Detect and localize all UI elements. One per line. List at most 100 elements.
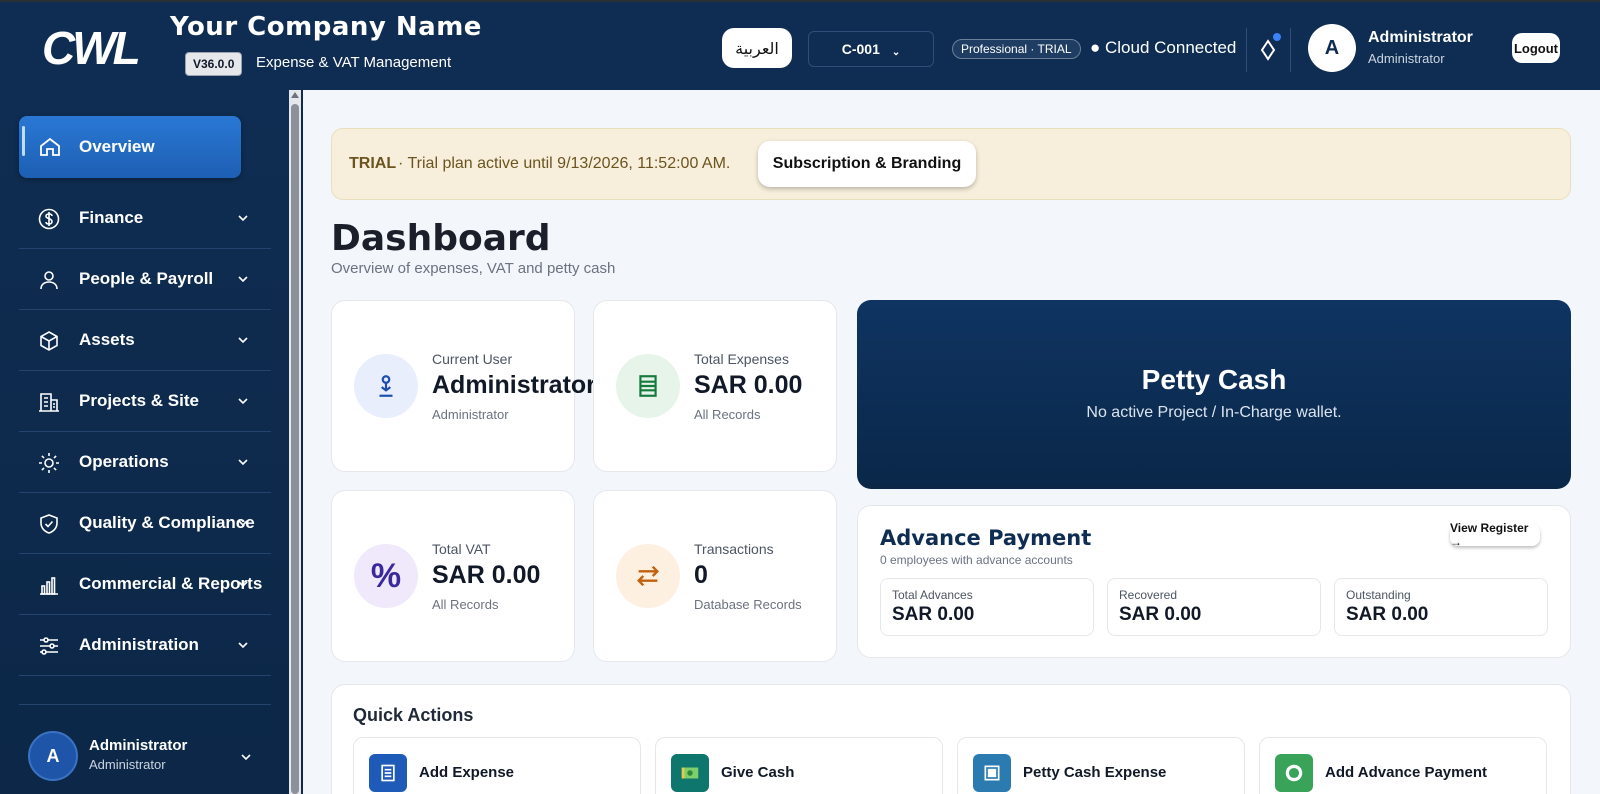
person-icon — [40, 271, 58, 290]
sidebar-item-quality-compliance[interactable]: Quality & Compliance — [19, 493, 271, 554]
advance-payment-title: Advance Payment — [880, 526, 1092, 550]
stat-label: Total VAT — [432, 541, 491, 557]
scroll-up-arrow-icon[interactable] — [291, 92, 299, 98]
diamond-icon[interactable] — [1258, 38, 1278, 62]
chevron-down-icon — [238, 398, 248, 405]
shield-check-icon — [40, 514, 58, 534]
stat-label: Current User — [432, 351, 513, 367]
chevron-down-icon: ⌄ — [891, 46, 901, 58]
bar-chart-icon — [40, 577, 58, 595]
stat-card-total-expenses: Total Expenses SAR 0.00 All Records — [593, 300, 837, 472]
advance-outstanding-box: Outstanding SAR 0.00 — [1334, 578, 1548, 636]
subscription-branding-button[interactable]: Subscription & Branding — [758, 141, 976, 187]
header-divider — [1246, 28, 1247, 72]
trial-tag: TRIAL — [349, 155, 397, 172]
percent-icon: % — [354, 544, 418, 608]
header-divider — [1290, 28, 1291, 72]
sidebar-user-role: Administrator — [89, 757, 166, 772]
avatar: A — [28, 731, 78, 781]
chevron-down-icon — [241, 754, 251, 761]
logout-button[interactable]: Logout — [1512, 33, 1560, 63]
sidebar-scrollbar[interactable] — [289, 90, 301, 794]
sliders-icon — [40, 637, 58, 655]
sidebar-item-label: Overview — [79, 137, 155, 156]
chevron-down-icon — [238, 215, 248, 222]
sidebar-item-label: Administration — [79, 635, 199, 654]
active-indicator — [22, 126, 25, 156]
app-tagline: Expense & VAT Management — [256, 54, 452, 71]
stat-sub: All Records — [694, 407, 761, 422]
plan-badge: Professional · TRIAL — [952, 39, 1081, 59]
company-logo[interactable]: CWL — [42, 24, 166, 70]
stat-label: Total Expenses — [694, 351, 789, 367]
stat-value: Administrator — [432, 371, 596, 399]
app-header: CWL Your Company Name V36.0.0 Expense & … — [0, 0, 1600, 90]
view-register-button[interactable]: View Register → — [1450, 521, 1540, 549]
company-name: Your Company Name — [170, 12, 482, 42]
logo-text: CWL — [42, 24, 139, 70]
advance-total-box: Total Advances SAR 0.00 — [880, 578, 1094, 636]
quick-action-label: Give Cash — [721, 764, 795, 781]
quick-action-add-expense[interactable]: Add Expense — [353, 737, 641, 794]
box-label: Recovered — [1119, 588, 1178, 602]
language-toggle-button[interactable]: العربية — [722, 28, 792, 68]
company-selector[interactable]: C-001 ⌄ — [808, 31, 934, 67]
sidebar-item-operations[interactable]: Operations — [19, 432, 271, 493]
stat-value: 0 — [694, 561, 708, 589]
quick-action-give-cash[interactable]: Give Cash — [655, 737, 943, 794]
box-label: Total Advances — [892, 588, 973, 602]
box-value: SAR 0.00 — [892, 604, 975, 625]
cloud-status: ● Cloud Connected — [1090, 38, 1237, 57]
header-user-role: Administrator — [1368, 51, 1445, 66]
sidebar-item-commercial-reports[interactable]: Commercial & Reports — [19, 554, 271, 615]
trial-text: · Trial plan active until 9/13/2026, 11:… — [398, 155, 731, 172]
sidebar-user-menu[interactable]: A Administrator Administrator — [19, 704, 271, 794]
advance-recovered-box: Recovered SAR 0.00 — [1107, 578, 1321, 636]
petty-cash-card[interactable]: Petty Cash No active Project / In-Charge… — [857, 300, 1571, 489]
stat-value: SAR 0.00 — [432, 561, 541, 589]
stat-card-transactions: Transactions 0 Database Records — [593, 490, 837, 662]
page-title: Dashboard — [331, 218, 551, 259]
quick-action-label: Add Advance Payment — [1325, 764, 1487, 781]
swap-arrows-icon — [616, 544, 680, 608]
chevron-down-icon — [238, 520, 248, 527]
cube-icon — [40, 331, 58, 351]
document-icon — [369, 754, 407, 792]
sidebar-item-assets[interactable]: Assets — [19, 310, 271, 371]
sidebar-item-label: Projects & Site — [79, 391, 199, 410]
sidebar-item-administration[interactable]: Administration — [19, 615, 271, 676]
sidebar-item-people-payroll[interactable]: People & Payroll — [19, 249, 271, 310]
trial-banner: TRIAL · Trial plan active until 9/13/202… — [331, 128, 1571, 200]
page-subtitle: Overview of expenses, VAT and petty cash — [331, 260, 616, 277]
box-value: SAR 0.00 — [1346, 604, 1429, 625]
version-badge: V36.0.0 — [185, 52, 243, 76]
home-icon — [40, 137, 60, 156]
sidebar-item-label: Assets — [79, 330, 135, 349]
stat-sub: All Records — [432, 597, 499, 612]
scrollbar-thumb[interactable] — [291, 104, 299, 794]
quick-action-add-advance-payment[interactable]: Add Advance Payment — [1259, 737, 1547, 794]
user-avatar[interactable]: A — [1308, 24, 1356, 72]
sidebar-item-label: Operations — [79, 452, 169, 471]
sidebar-item-label: Commercial & Reports — [79, 574, 263, 593]
sidebar-item-projects-site[interactable]: Projects & Site — [19, 371, 271, 432]
notification-dot — [1273, 33, 1281, 41]
header-user-name: Administrator — [1368, 29, 1473, 46]
sidebar-item-finance[interactable]: Finance — [19, 188, 271, 249]
stat-card-current-user: Current User Administrator Administrator — [331, 300, 596, 472]
chevron-down-icon — [238, 459, 248, 466]
sidebar-item-label: Quality & Compliance — [79, 513, 255, 532]
stat-label: Transactions — [694, 541, 774, 557]
sidebar-item-label: People & Payroll — [79, 269, 214, 288]
sun-gear-icon — [39, 453, 59, 473]
banknote-icon — [671, 754, 709, 792]
quick-action-petty-cash-expense[interactable]: Petty Cash Expense — [957, 737, 1245, 794]
sidebar-item-overview[interactable]: Overview — [19, 116, 241, 178]
wallet-icon — [973, 754, 1011, 792]
chevron-down-icon — [238, 276, 248, 283]
sidebar-user-name: Administrator — [89, 737, 188, 754]
box-label: Outstanding — [1346, 588, 1411, 602]
stat-card-total-vat: % Total VAT SAR 0.00 All Records — [331, 490, 575, 662]
chevron-down-icon — [238, 642, 248, 649]
user-pin-icon — [354, 354, 418, 418]
